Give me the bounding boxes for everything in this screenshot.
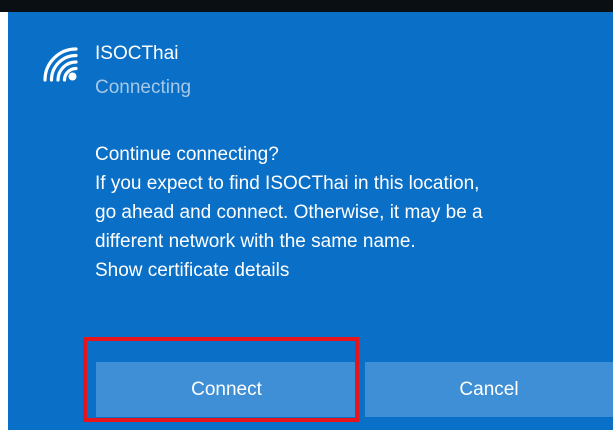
- show-certificate-details-link[interactable]: Show certificate details: [95, 256, 605, 285]
- connection-message: Continue connecting? If you expect to fi…: [95, 140, 605, 285]
- message-line: different network with the same name.: [95, 231, 416, 252]
- screenshot-frame: ISOCThai Connecting Continue connecting?…: [0, 0, 613, 430]
- message-line: If you expect to find ISOCThai in this l…: [95, 173, 480, 194]
- message-line: Continue connecting?: [95, 144, 279, 165]
- cancel-button[interactable]: Cancel: [365, 362, 613, 417]
- wifi-signal-icon: [43, 47, 78, 82]
- message-line: go ahead and connect. Otherwise, it may …: [95, 202, 483, 223]
- network-status: Connecting: [95, 77, 192, 98]
- network-name: ISOCThai: [95, 43, 179, 64]
- wifi-connection-panel: ISOCThai Connecting Continue connecting?…: [8, 12, 613, 430]
- window-top-edge: [0, 0, 613, 12]
- connect-button[interactable]: Connect: [96, 362, 357, 417]
